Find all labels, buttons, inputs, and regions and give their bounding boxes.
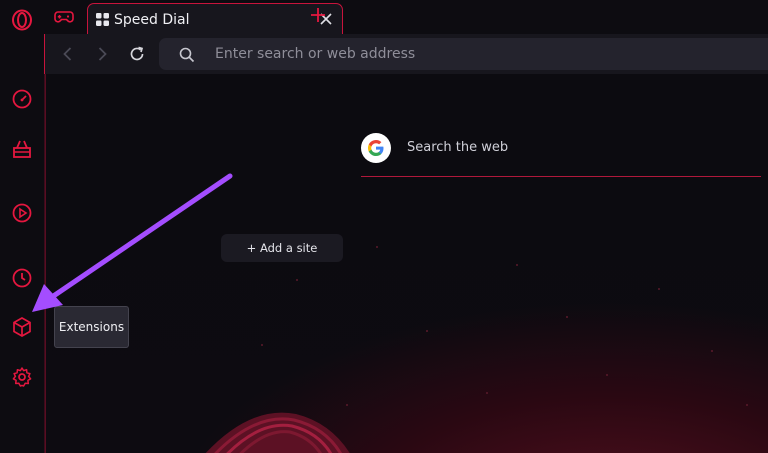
web-search-box[interactable]: Search the web bbox=[361, 132, 761, 177]
google-logo-icon bbox=[361, 133, 391, 163]
opera-logo-icon[interactable] bbox=[11, 9, 33, 31]
sidebar bbox=[0, 0, 45, 453]
reload-icon[interactable] bbox=[128, 45, 146, 63]
toolbar: Enter search or web address bbox=[44, 34, 768, 74]
new-tab-plus-icon[interactable] bbox=[308, 5, 328, 25]
history-clock-icon[interactable] bbox=[11, 267, 33, 289]
address-placeholder: Enter search or web address bbox=[215, 46, 416, 62]
search-icon bbox=[179, 47, 195, 63]
shopping-basket-icon[interactable] bbox=[11, 138, 33, 160]
speedometer-icon[interactable] bbox=[11, 88, 33, 110]
background-swirl bbox=[205, 412, 350, 453]
tab-speed-dial[interactable]: Speed Dial bbox=[87, 3, 343, 34]
speed-dial-page: Search the web + Add a site bbox=[45, 74, 768, 453]
tab-bar: Speed Dial bbox=[44, 0, 768, 34]
back-arrow-icon[interactable] bbox=[59, 45, 77, 63]
extensions-tooltip: Extensions bbox=[54, 306, 129, 348]
settings-gear-icon[interactable] bbox=[11, 366, 33, 388]
add-a-site-button[interactable]: + Add a site bbox=[221, 234, 343, 262]
address-bar[interactable]: Enter search or web address bbox=[159, 38, 768, 70]
forward-arrow-icon[interactable] bbox=[93, 45, 111, 63]
search-the-web-label: Search the web bbox=[407, 140, 509, 155]
player-icon[interactable] bbox=[11, 202, 33, 224]
speed-dial-icon bbox=[96, 13, 109, 26]
tab-title: Speed Dial bbox=[114, 12, 190, 28]
gamepad-icon[interactable] bbox=[54, 9, 74, 25]
extensions-cube-icon[interactable] bbox=[11, 316, 33, 338]
